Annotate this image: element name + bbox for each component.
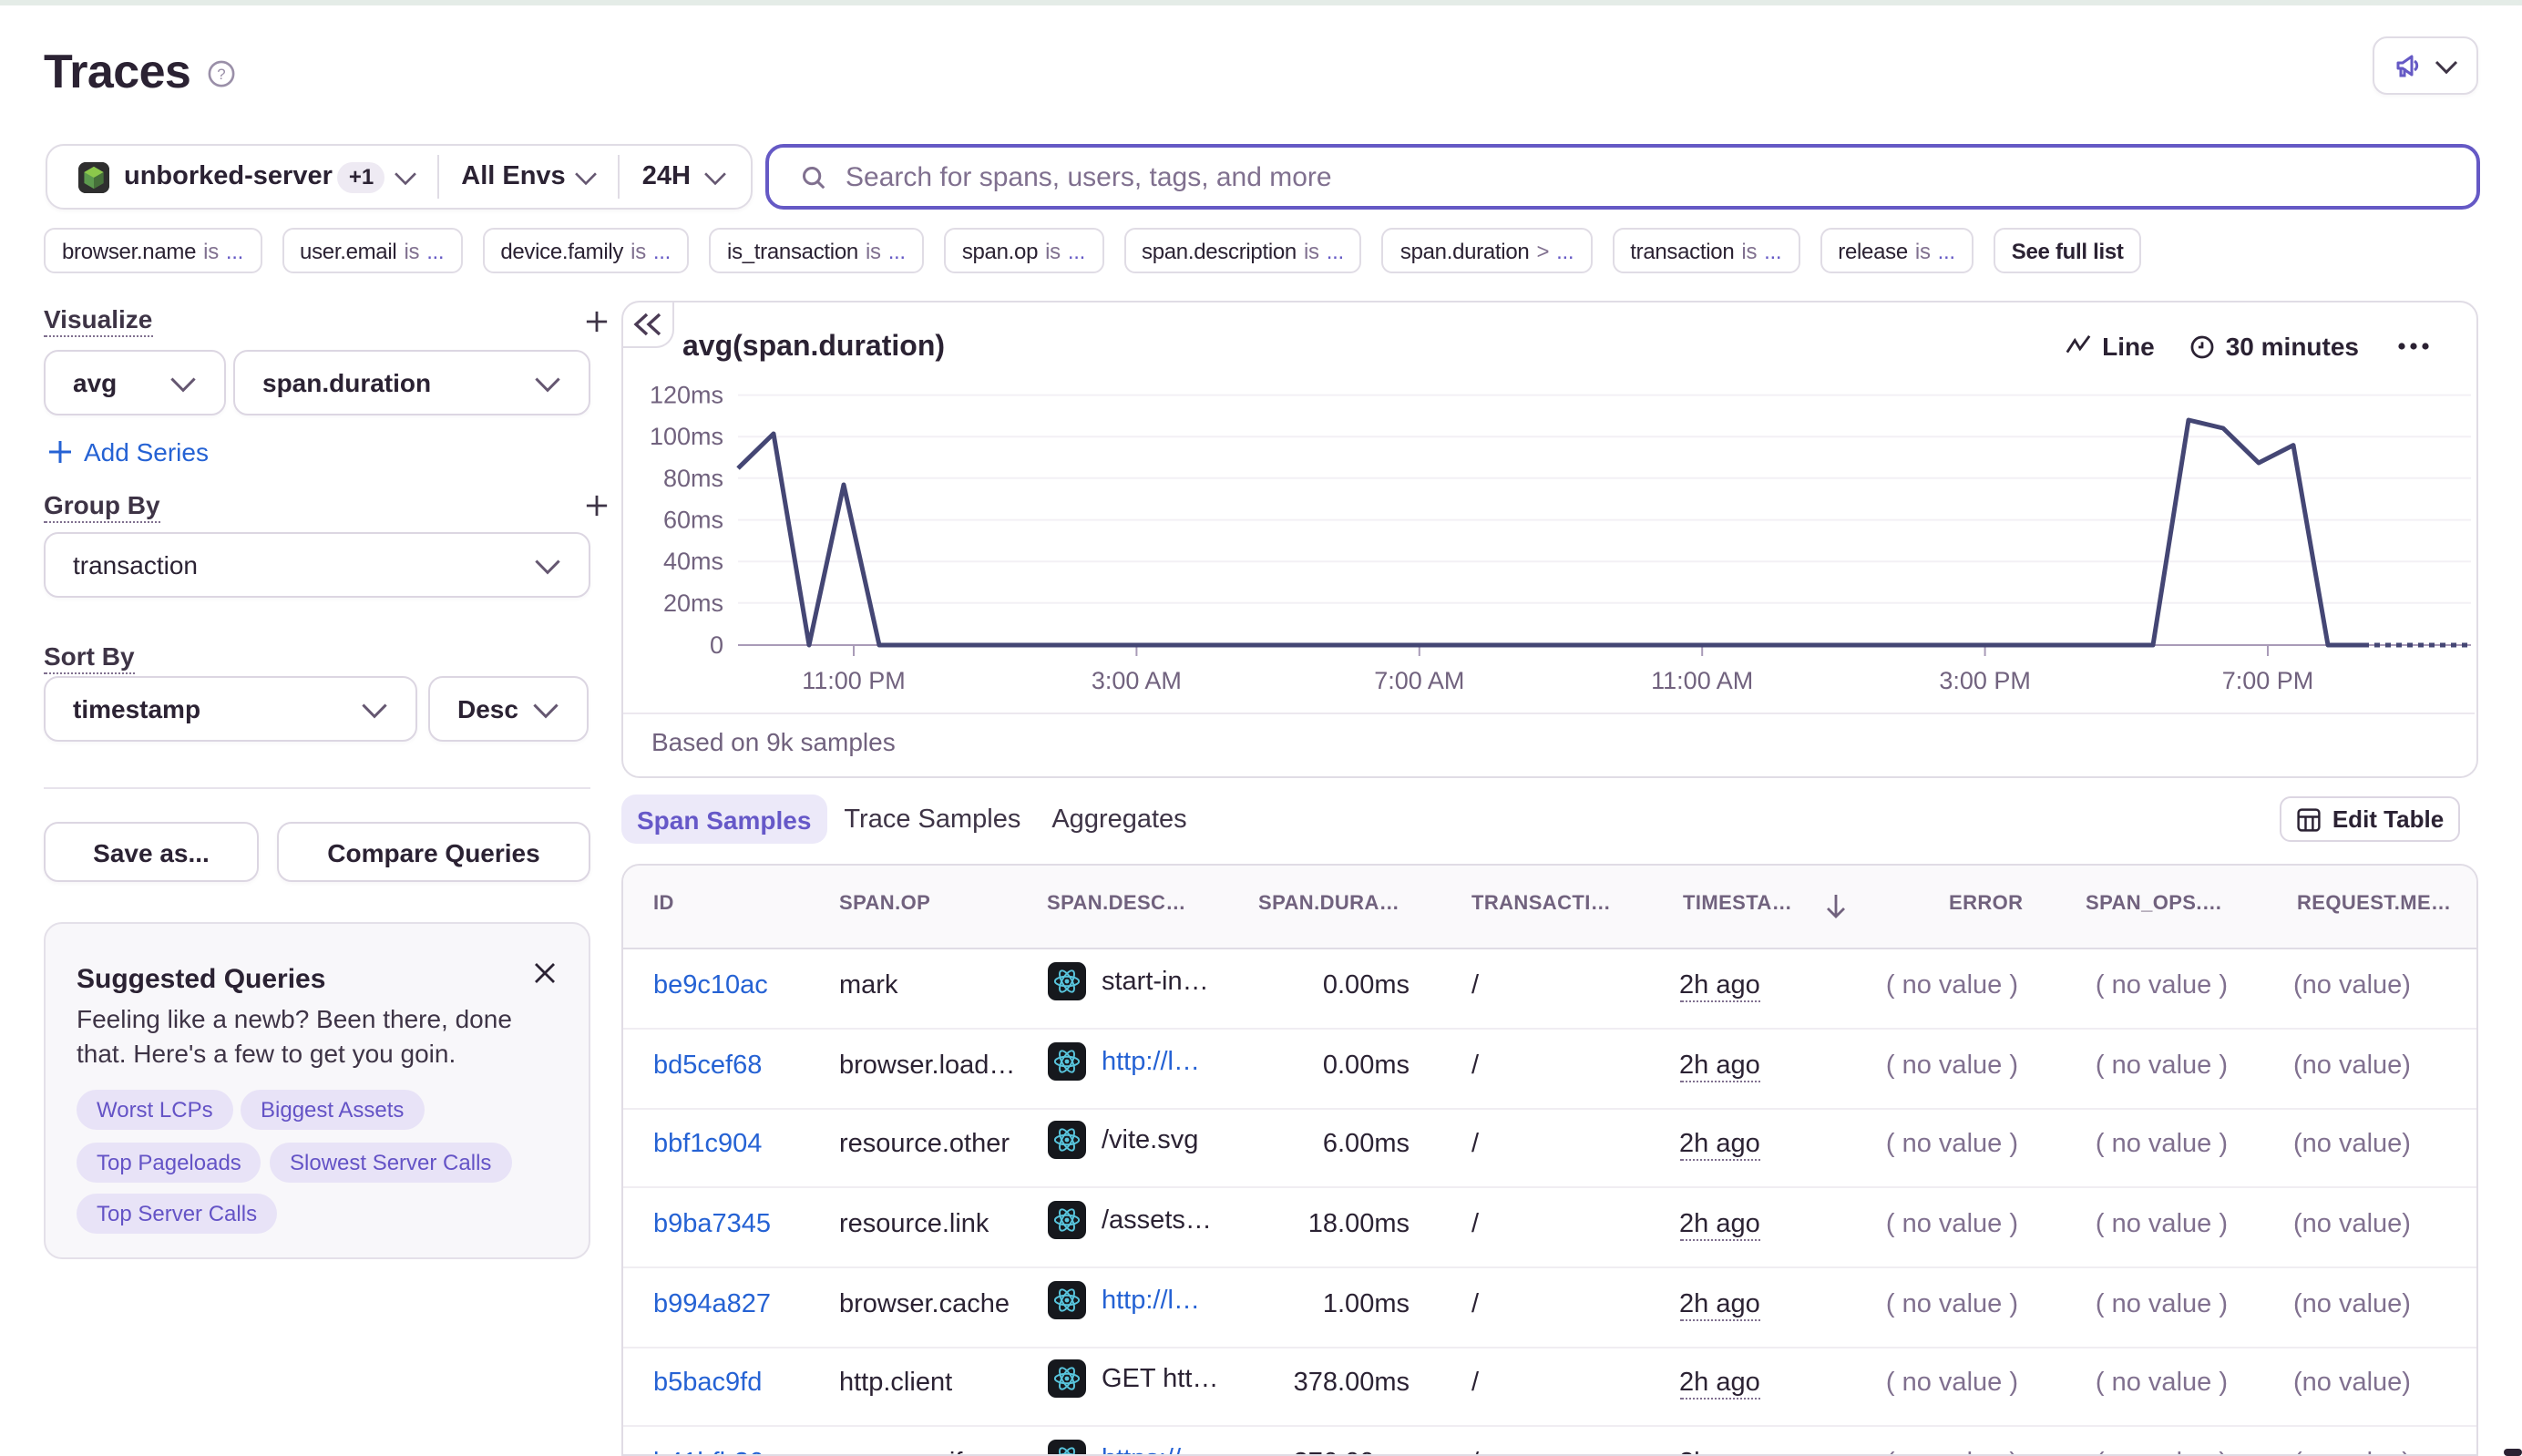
svg-text:3:00 AM: 3:00 AM bbox=[1091, 667, 1181, 694]
svg-text:?: ? bbox=[217, 66, 225, 83]
svg-text:3:00 PM: 3:00 PM bbox=[1938, 667, 2030, 694]
svg-text:60ms: 60ms bbox=[662, 507, 723, 534]
svg-text:20ms: 20ms bbox=[662, 590, 723, 617]
svg-text:0: 0 bbox=[709, 631, 723, 659]
svg-text:7:00 AM: 7:00 AM bbox=[1373, 667, 1463, 694]
svg-text:40ms: 40ms bbox=[662, 548, 723, 575]
svg-text:80ms: 80ms bbox=[662, 465, 723, 492]
svg-text:120ms: 120ms bbox=[649, 382, 723, 409]
svg-text:7:00 PM: 7:00 PM bbox=[2221, 667, 2313, 694]
svg-text:11:00 PM: 11:00 PM bbox=[801, 667, 905, 694]
svg-text:11:00 AM: 11:00 AM bbox=[1650, 667, 1752, 694]
svg-text:100ms: 100ms bbox=[649, 423, 723, 450]
